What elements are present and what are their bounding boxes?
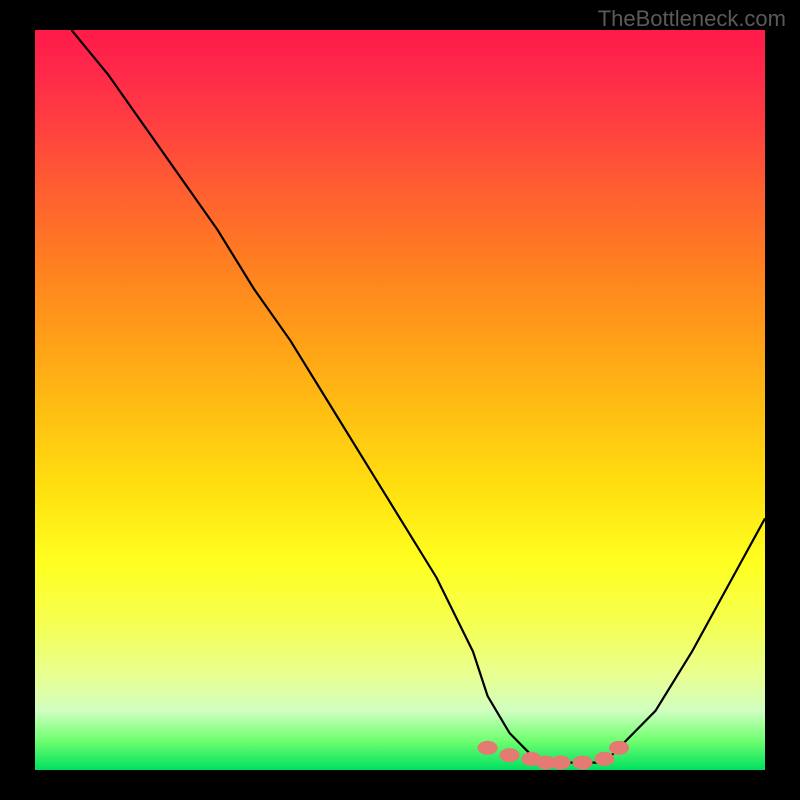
- marker-dot: [573, 756, 593, 770]
- marker-dot: [594, 752, 614, 766]
- optimal-range-markers: [478, 741, 629, 770]
- marker-dot: [551, 756, 571, 770]
- watermark-text: TheBottleneck.com: [598, 6, 786, 32]
- marker-dot: [609, 741, 629, 755]
- bottleneck-curve: [72, 30, 766, 763]
- chart-svg: [35, 30, 765, 770]
- plot-area: [35, 30, 765, 770]
- marker-dot: [478, 741, 498, 755]
- marker-dot: [500, 748, 520, 762]
